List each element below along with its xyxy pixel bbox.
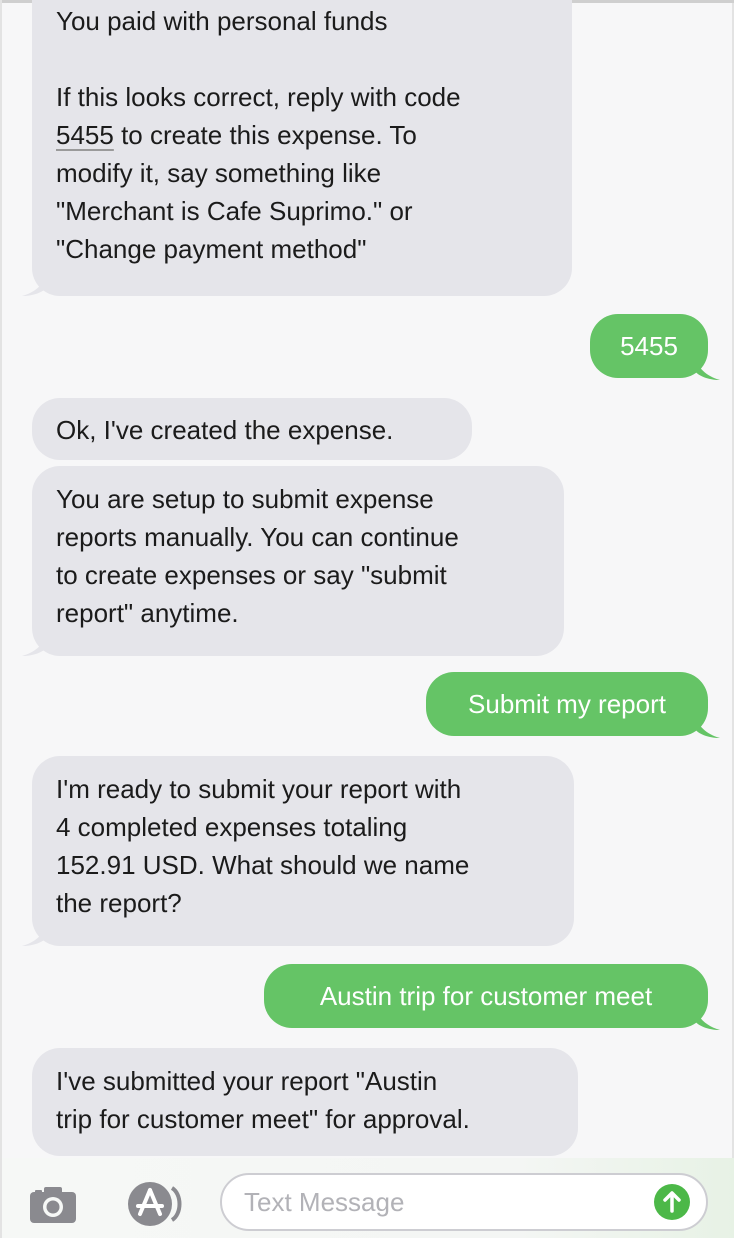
message-input-placeholder: Text Message — [244, 1187, 405, 1217]
send-button[interactable] — [654, 1184, 690, 1220]
bubble-tail-outgoing — [694, 714, 720, 738]
message-bubble-incoming: I'm ready to submit your report with 4 c… — [32, 756, 574, 946]
message-text: Austin trip for customer meet — [319, 981, 653, 1011]
message-bubble-outgoing: Austin trip for customer meet — [264, 964, 708, 1028]
send-arrow-icon — [663, 1191, 681, 1213]
message-bubble-incoming: Ok, I've created the expense. — [32, 398, 472, 460]
app-store-icon[interactable] — [124, 1180, 186, 1228]
bubble-tail-incoming — [22, 922, 48, 946]
bubble-tail-incoming — [22, 272, 48, 296]
message-text: I'm ready to submit your report with 4 c… — [56, 774, 470, 918]
message-text: Submit my report — [468, 689, 666, 719]
message-bubble-incoming: You paid with personal funds If this loo… — [32, 0, 572, 296]
message-text: 5455 — [620, 331, 678, 361]
bubble-tail-outgoing — [694, 356, 720, 380]
message-text: You are setup to submit expense reports … — [56, 484, 459, 628]
message-bubble-incoming: I've submitted your report "Austin trip … — [32, 1048, 578, 1156]
message-text: I've submitted your report "Austin trip … — [56, 1066, 470, 1134]
message-text: You paid with personal funds If this loo… — [56, 6, 461, 112]
bubble-tail-outgoing — [694, 1006, 720, 1030]
camera-icon[interactable] — [28, 1185, 78, 1225]
message-bubble-incoming: You are setup to submit expense reports … — [32, 466, 564, 656]
message-text: Ok, I've created the expense. — [56, 415, 394, 445]
bubble-tail-incoming — [22, 632, 48, 656]
reply-code-link[interactable]: 5455 — [56, 120, 114, 150]
messages-screen: You paid with personal funds If this loo… — [0, 0, 734, 1238]
message-bubble-outgoing: 5455 — [590, 314, 708, 378]
message-bubble-outgoing: Submit my report — [426, 672, 708, 736]
